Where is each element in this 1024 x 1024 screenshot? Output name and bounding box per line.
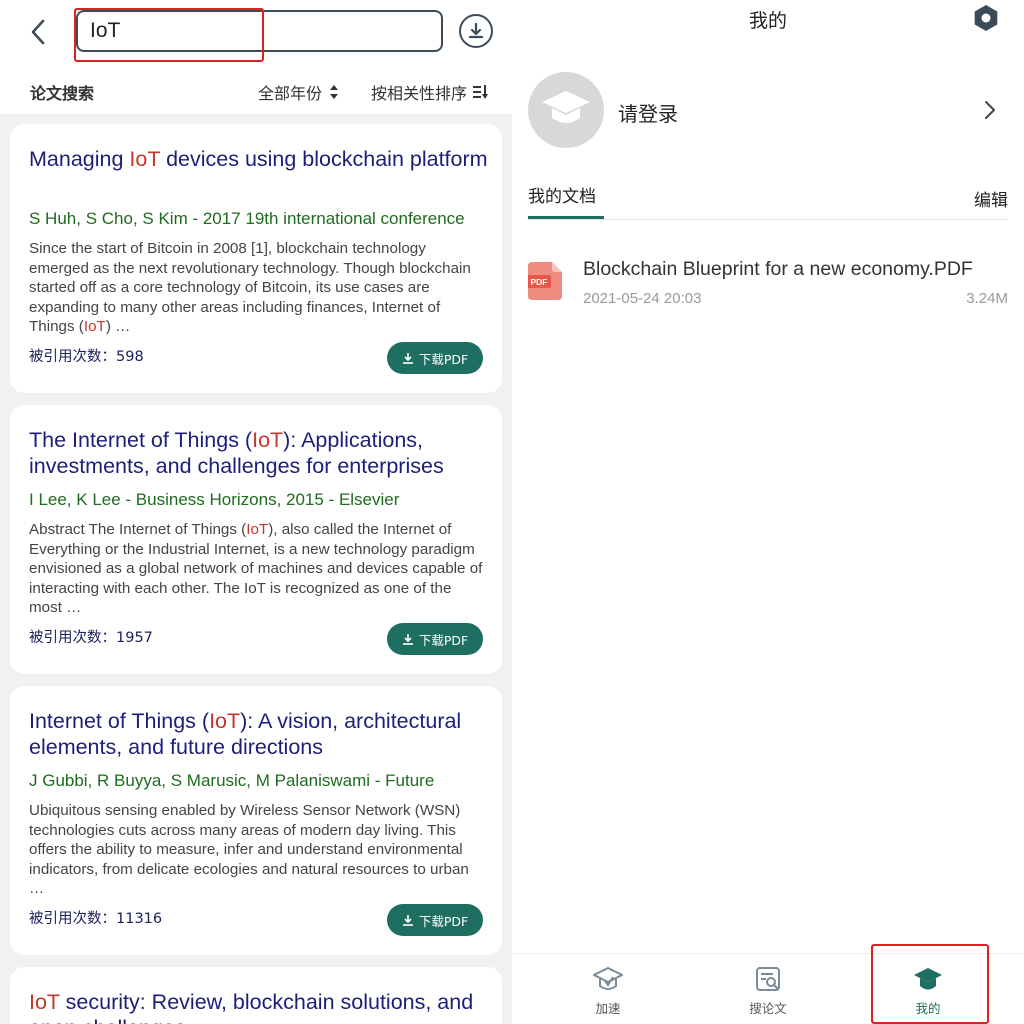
citation-label: 被引用次数：	[29, 630, 116, 646]
chevron-right-icon[interactable]	[982, 98, 998, 122]
search-results-pane: 论文搜索 全部年份 按相关性排序 Managing IoT devices us…	[0, 0, 512, 1024]
citation-count: 被引用次数：598	[29, 345, 144, 366]
citation-value: 1957	[116, 630, 153, 646]
download-icon	[402, 353, 413, 364]
download-pdf-button[interactable]: 下载PDF	[387, 904, 483, 936]
result-card[interactable]: IoT security: Review, blockchain solutio…	[10, 967, 502, 1024]
title-text: The Internet of Things (	[29, 428, 253, 452]
result-authors: S Huh, S Cho, S Kim - 2017 19th internat…	[29, 209, 465, 228]
citation-label: 被引用次数：	[29, 349, 116, 365]
sort-list-icon	[473, 85, 489, 99]
bottom-nav: 加速 搜论文 我的	[512, 944, 1024, 1024]
nav-search-papers[interactable]: 搜论文	[728, 966, 808, 1017]
nav-label: 搜论文	[749, 1001, 787, 1016]
download-icon	[402, 634, 413, 645]
abstract-highlight: IoT	[83, 318, 106, 335]
document-date: 2021-05-24 20:03	[583, 290, 702, 307]
abstract-text: Ubiquitous sensing enabled by Wireless S…	[29, 802, 469, 897]
avatar[interactable]	[528, 72, 604, 148]
download-pdf-button[interactable]: 下载PDF	[387, 623, 483, 655]
profile-pane: 我的 请登录 我的文档 编辑 PDF Blockchain Blueprint …	[512, 0, 1024, 1024]
login-prompt[interactable]: 请登录	[618, 98, 678, 127]
tab-my-documents[interactable]: 我的文档	[528, 182, 596, 207]
citation-value: 11316	[116, 911, 163, 927]
sort-filter[interactable]: 按相关性排序	[371, 80, 489, 104]
download-pdf-label: 下载PDF	[418, 351, 469, 367]
download-icon	[402, 915, 413, 926]
abstract-text: Abstract The Internet of Things (	[29, 521, 247, 538]
download-icon	[468, 22, 484, 39]
settings-hex-icon[interactable]	[972, 4, 1000, 32]
result-title[interactable]: IoT security: Review, blockchain solutio…	[29, 989, 489, 1024]
title-highlight: IoT	[129, 147, 161, 171]
document-name: Blockchain Blueprint for a new economy.P…	[583, 258, 973, 280]
search-input[interactable]	[90, 12, 420, 50]
pdf-icon-label: PDF	[531, 277, 548, 287]
result-abstract: Ubiquitous sensing enabled by Wireless S…	[29, 801, 487, 899]
abstract-text: ) …	[105, 318, 131, 335]
nav-label: 加速	[595, 1001, 621, 1016]
back-button[interactable]	[24, 14, 52, 50]
title-text: Internet of Things (	[29, 709, 210, 733]
search-doc-icon	[756, 967, 780, 991]
search-box[interactable]	[76, 10, 443, 52]
citation-count: 被引用次数：1957	[29, 626, 153, 647]
search-header	[0, 0, 512, 68]
title-text: Managing	[29, 147, 130, 171]
edit-button[interactable]: 编辑	[974, 186, 1008, 211]
result-title[interactable]: The Internet of Things (IoT): Applicatio…	[29, 427, 489, 479]
nav-mine[interactable]: 我的	[888, 966, 968, 1017]
result-abstract: Since the start of Bitcoin in 2008 [1], …	[29, 239, 487, 337]
document-item[interactable]: PDF Blockchain Blueprint for a new econo…	[528, 250, 1012, 312]
citation-label: 被引用次数：	[29, 911, 116, 927]
result-title[interactable]: Internet of Things (IoT): A vision, arch…	[29, 708, 489, 760]
result-card[interactable]: Managing IoT devices using blockchain pl…	[10, 124, 502, 393]
abstract-highlight: IoT	[246, 521, 269, 538]
page-title: 我的	[748, 10, 787, 32]
year-filter[interactable]: 全部年份	[258, 80, 339, 104]
pdf-file-icon: PDF	[528, 262, 562, 300]
result-card[interactable]: The Internet of Things (IoT): Applicatio…	[10, 405, 502, 674]
title-text: security: Review, blockchain solutions, …	[29, 990, 474, 1024]
title-highlight: IoT	[29, 990, 60, 1014]
title-highlight: IoT	[209, 709, 241, 733]
download-pdf-label: 下载PDF	[418, 632, 469, 648]
sort-filter-label: 按相关性排序	[371, 84, 468, 103]
result-title[interactable]: Managing IoT devices using blockchain pl…	[29, 146, 489, 172]
sort-arrows-icon	[330, 85, 339, 99]
result-card[interactable]: Internet of Things (IoT): A vision, arch…	[10, 686, 502, 955]
nav-accelerate[interactable]: 加速	[568, 966, 648, 1017]
download-pdf-label: 下载PDF	[418, 913, 469, 929]
nav-label: 我的	[915, 1001, 941, 1016]
citation-value: 598	[116, 349, 144, 365]
year-filter-label: 全部年份	[258, 84, 323, 103]
chevron-left-icon	[31, 19, 45, 45]
download-pdf-button[interactable]: 下载PDF	[387, 342, 483, 374]
filter-bar: 论文搜索 全部年份 按相关性排序	[0, 68, 512, 114]
result-authors: J Gubbi, R Buyya, S Marusic, M Palaniswa…	[29, 771, 435, 790]
result-authors: I Lee, K Lee - Business Horizons, 2015 -…	[29, 490, 400, 509]
title-text: devices using blockchain platform	[160, 147, 488, 171]
section-title: 论文搜索	[30, 84, 95, 103]
rocket-cap-icon	[593, 966, 623, 990]
docs-tab-row: 我的文档 编辑	[528, 182, 1008, 220]
title-highlight: IoT	[252, 428, 284, 452]
download-button[interactable]	[459, 14, 493, 48]
document-size: 3.24M	[966, 290, 1008, 307]
tab-indicator	[528, 216, 604, 219]
graduation-cap-icon	[542, 91, 590, 128]
graduation-cap-icon	[914, 968, 942, 990]
result-abstract: Abstract The Internet of Things (IoT), a…	[29, 520, 487, 618]
citation-count: 被引用次数：11316	[29, 907, 162, 928]
